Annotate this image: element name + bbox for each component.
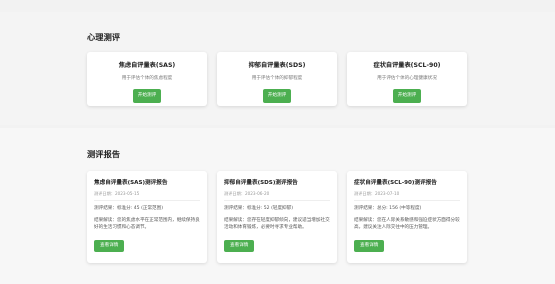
start-test-button[interactable]: 开始测评 [132, 89, 162, 103]
report-card-sds: 抑郁自评量表(SDS)测评报告 测评日期：2023-06-20 测评结果：标准分… [217, 171, 337, 263]
test-description: 用于评估个体的抑郁程度 [251, 76, 303, 81]
report-title: 抑郁自评量表(SDS)测评报告 [224, 180, 298, 186]
report-title: 焦虑自评量表(SAS)测评报告 [94, 180, 168, 186]
report-interpretation: 结果解读：您的焦虑水平在正常范围内，继续保持良好的生活习惯和心态调节。 [94, 218, 200, 230]
test-name: 症状自评量表(SCL-90) [373, 62, 441, 69]
page: 心理测评 焦虑自评量表(SAS) 用于评估个体的焦虑程度 开始测评 抑郁自评量表… [0, 0, 555, 284]
report-result: 测评结果：总分: 156 (中等程度) [354, 206, 422, 211]
test-card-sas: 焦虑自评量表(SAS) 用于评估个体的焦虑程度 开始测评 [87, 52, 207, 106]
start-test-button[interactable]: 开始测评 [392, 89, 422, 103]
test-description: 用于评估个体的焦虑程度 [121, 76, 173, 81]
report-interpretation: 结果解读：您存在轻度抑郁倾向，建议适当增加社交活动和体育锻炼，必要时寻求专业帮助… [224, 218, 330, 230]
report-card-scl90: 症状自评量表(SCL-90)测评报告 测评日期：2023-07-10 测评结果：… [347, 171, 467, 263]
view-details-button[interactable]: 查看详情 [94, 240, 125, 252]
reports-section: 测评报告 焦虑自评量表(SAS)测评报告 测评日期：2023-05-15 测评结… [0, 128, 555, 284]
report-date: 测评日期：2023-05-15 [94, 191, 200, 201]
reports-title: 测评报告 [87, 149, 121, 159]
report-interpretation: 结果解读：您在人际关系敏感和强迫症状方面得分较高，建议关注人际交往中的压力管理。 [354, 218, 460, 230]
report-result: 测评结果：标准分: 52 (轻度抑郁) [224, 206, 294, 211]
assessments-title: 心理测评 [87, 32, 121, 42]
test-name: 抑郁自评量表(SDS) [248, 62, 306, 69]
test-card-sds: 抑郁自评量表(SDS) 用于评估个体的抑郁程度 开始测评 [217, 52, 337, 106]
test-name: 焦虑自评量表(SAS) [118, 62, 176, 69]
report-result: 测评结果：标准分: 45 (正常范围) [94, 206, 164, 211]
report-date: 测评日期：2023-06-20 [224, 191, 330, 201]
report-date: 测评日期：2023-07-10 [354, 191, 460, 201]
report-card-sas: 焦虑自评量表(SAS)测评报告 测评日期：2023-05-15 测评结果：标准分… [87, 171, 207, 263]
test-description: 用于评估个体的心理健康状况 [377, 76, 437, 81]
start-test-button[interactable]: 开始测评 [262, 89, 292, 103]
view-details-button[interactable]: 查看详情 [354, 240, 385, 252]
test-card-scl90: 症状自评量表(SCL-90) 用于评估个体的心理健康状况 开始测评 [347, 52, 467, 106]
report-title: 症状自评量表(SCL-90)测评报告 [354, 180, 437, 186]
assessments-section: 心理测评 焦虑自评量表(SAS) 用于评估个体的焦虑程度 开始测评 抑郁自评量表… [0, 12, 555, 125]
view-details-button[interactable]: 查看详情 [224, 240, 255, 252]
